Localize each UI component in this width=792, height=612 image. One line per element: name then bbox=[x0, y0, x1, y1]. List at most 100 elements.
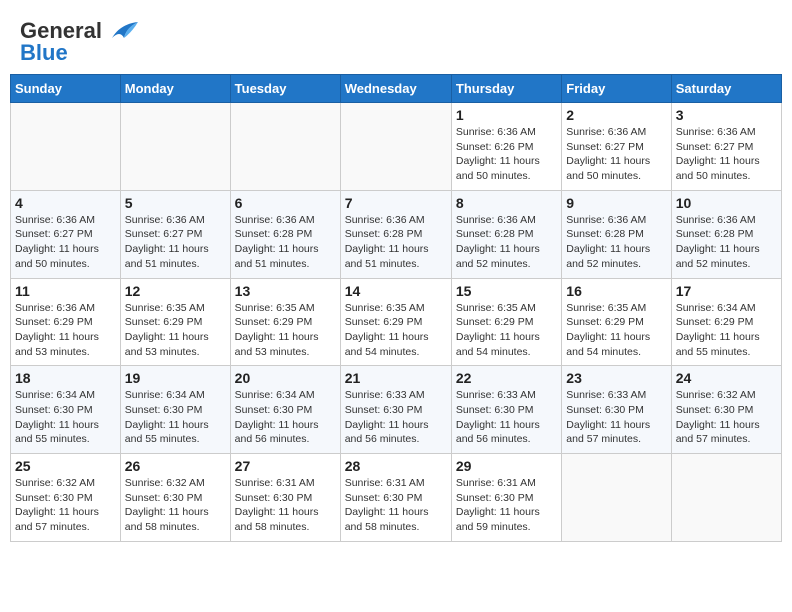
logo-text-blue: Blue bbox=[20, 40, 68, 66]
day-info: Sunrise: 6:35 AMSunset: 6:29 PMDaylight:… bbox=[345, 301, 447, 360]
day-info: Sunrise: 6:32 AMSunset: 6:30 PMDaylight:… bbox=[15, 476, 116, 535]
day-number: 10 bbox=[676, 195, 777, 211]
calendar-week-4: 18 Sunrise: 6:34 AMSunset: 6:30 PMDayligh… bbox=[11, 366, 782, 454]
day-number: 11 bbox=[15, 283, 116, 299]
day-number: 25 bbox=[15, 458, 116, 474]
day-number: 23 bbox=[566, 370, 666, 386]
day-info: Sunrise: 6:36 AMSunset: 6:27 PMDaylight:… bbox=[15, 213, 116, 272]
day-info: Sunrise: 6:31 AMSunset: 6:30 PMDaylight:… bbox=[345, 476, 447, 535]
day-number: 7 bbox=[345, 195, 447, 211]
day-number: 26 bbox=[125, 458, 226, 474]
calendar-cell: 20 Sunrise: 6:34 AMSunset: 6:30 PMDayligh… bbox=[230, 366, 340, 454]
calendar-cell bbox=[230, 103, 340, 191]
calendar-cell: 16 Sunrise: 6:35 AMSunset: 6:29 PMDayligh… bbox=[562, 278, 671, 366]
day-info: Sunrise: 6:31 AMSunset: 6:30 PMDaylight:… bbox=[235, 476, 336, 535]
calendar-cell: 12Sunrise: 6:35 AMSunset: 6:29 PMDayligh… bbox=[120, 278, 230, 366]
calendar-cell: 2 Sunrise: 6:36 AMSunset: 6:27 PMDaylight… bbox=[562, 103, 671, 191]
calendar-cell: 24 Sunrise: 6:32 AMSunset: 6:30 PMDayligh… bbox=[671, 366, 781, 454]
calendar-cell: 15 Sunrise: 6:35 AMSunset: 6:29 PMDayligh… bbox=[451, 278, 561, 366]
calendar-cell bbox=[11, 103, 121, 191]
day-number: 8 bbox=[456, 195, 557, 211]
calendar-week-2: 4 Sunrise: 6:36 AMSunset: 6:27 PMDaylight… bbox=[11, 190, 782, 278]
day-info: Sunrise: 6:34 AMSunset: 6:29 PMDaylight:… bbox=[676, 301, 777, 360]
day-number: 22 bbox=[456, 370, 557, 386]
day-number: 4 bbox=[15, 195, 116, 211]
calendar-table: SundayMondayTuesdayWednesdayThursdayFrid… bbox=[10, 74, 782, 542]
day-number: 27 bbox=[235, 458, 336, 474]
calendar-cell: 14Sunrise: 6:35 AMSunset: 6:29 PMDayligh… bbox=[340, 278, 451, 366]
day-number: 2 bbox=[566, 107, 666, 123]
calendar-cell: 22 Sunrise: 6:33 AMSunset: 6:30 PMDayligh… bbox=[451, 366, 561, 454]
calendar-week-3: 11 Sunrise: 6:36 AMSunset: 6:29 PMDayligh… bbox=[11, 278, 782, 366]
day-info: Sunrise: 6:35 AMSunset: 6:29 PMDaylight:… bbox=[235, 301, 336, 360]
day-number: 13 bbox=[235, 283, 336, 299]
calendar-cell: 10 Sunrise: 6:36 AMSunset: 6:28 PMDayligh… bbox=[671, 190, 781, 278]
day-info: Sunrise: 6:36 AMSunset: 6:27 PMDaylight:… bbox=[676, 125, 777, 184]
day-info: Sunrise: 6:32 AMSunset: 6:30 PMDaylight:… bbox=[676, 388, 777, 447]
day-number: 17 bbox=[676, 283, 777, 299]
calendar-cell: 17 Sunrise: 6:34 AMSunset: 6:29 PMDayligh… bbox=[671, 278, 781, 366]
day-info: Sunrise: 6:36 AMSunset: 6:27 PMDaylight:… bbox=[125, 213, 226, 272]
day-info: Sunrise: 6:33 AMSunset: 6:30 PMDaylight:… bbox=[566, 388, 666, 447]
day-number: 21 bbox=[345, 370, 447, 386]
calendar-cell bbox=[562, 454, 671, 542]
day-number: 24 bbox=[676, 370, 777, 386]
day-info: Sunrise: 6:32 AMSunset: 6:30 PMDaylight:… bbox=[125, 476, 226, 535]
logo: General Blue bbox=[20, 18, 138, 66]
calendar-cell: 4 Sunrise: 6:36 AMSunset: 6:27 PMDaylight… bbox=[11, 190, 121, 278]
day-info: Sunrise: 6:36 AMSunset: 6:27 PMDaylight:… bbox=[566, 125, 666, 184]
calendar-body: 1 Sunrise: 6:36 AMSunset: 6:26 PMDaylight… bbox=[11, 103, 782, 542]
weekday-header-tuesday: Tuesday bbox=[230, 75, 340, 103]
weekday-header-friday: Friday bbox=[562, 75, 671, 103]
header: General Blue bbox=[10, 10, 782, 66]
calendar-cell: 9Sunrise: 6:36 AMSunset: 6:28 PMDaylight… bbox=[562, 190, 671, 278]
calendar-cell bbox=[671, 454, 781, 542]
day-info: Sunrise: 6:36 AMSunset: 6:26 PMDaylight:… bbox=[456, 125, 557, 184]
day-number: 12 bbox=[125, 283, 226, 299]
day-number: 3 bbox=[676, 107, 777, 123]
day-number: 18 bbox=[15, 370, 116, 386]
calendar-cell: 25 Sunrise: 6:32 AMSunset: 6:30 PMDayligh… bbox=[11, 454, 121, 542]
calendar-cell: 19 Sunrise: 6:34 AMSunset: 6:30 PMDayligh… bbox=[120, 366, 230, 454]
calendar-cell bbox=[340, 103, 451, 191]
day-number: 15 bbox=[456, 283, 557, 299]
calendar-cell: 1 Sunrise: 6:36 AMSunset: 6:26 PMDaylight… bbox=[451, 103, 561, 191]
day-number: 9 bbox=[566, 195, 666, 211]
logo-bird-icon bbox=[104, 20, 138, 42]
calendar-cell: 18Sunrise: 6:34 AMSunset: 6:30 PMDayligh… bbox=[11, 366, 121, 454]
day-info: Sunrise: 6:33 AMSunset: 6:30 PMDaylight:… bbox=[456, 388, 557, 447]
day-info: Sunrise: 6:34 AMSunset: 6:30 PMDaylight:… bbox=[235, 388, 336, 447]
day-number: 1 bbox=[456, 107, 557, 123]
weekday-header-wednesday: Wednesday bbox=[340, 75, 451, 103]
day-number: 16 bbox=[566, 283, 666, 299]
calendar-cell: 5 Sunrise: 6:36 AMSunset: 6:27 PMDaylight… bbox=[120, 190, 230, 278]
day-number: 6 bbox=[235, 195, 336, 211]
calendar-cell: 21 Sunrise: 6:33 AMSunset: 6:30 PMDayligh… bbox=[340, 366, 451, 454]
calendar-cell: 28Sunrise: 6:31 AMSunset: 6:30 PMDayligh… bbox=[340, 454, 451, 542]
day-info: Sunrise: 6:33 AMSunset: 6:30 PMDaylight:… bbox=[345, 388, 447, 447]
day-info: Sunrise: 6:35 AMSunset: 6:29 PMDaylight:… bbox=[566, 301, 666, 360]
day-number: 5 bbox=[125, 195, 226, 211]
calendar-cell: 3 Sunrise: 6:36 AMSunset: 6:27 PMDaylight… bbox=[671, 103, 781, 191]
day-info: Sunrise: 6:36 AMSunset: 6:29 PMDaylight:… bbox=[15, 301, 116, 360]
day-info: Sunrise: 6:35 AMSunset: 6:29 PMDaylight:… bbox=[456, 301, 557, 360]
calendar-cell: 13 Sunrise: 6:35 AMSunset: 6:29 PMDayligh… bbox=[230, 278, 340, 366]
weekday-header-sunday: Sunday bbox=[11, 75, 121, 103]
day-info: Sunrise: 6:36 AMSunset: 6:28 PMDaylight:… bbox=[676, 213, 777, 272]
weekday-header-row: SundayMondayTuesdayWednesdayThursdayFrid… bbox=[11, 75, 782, 103]
calendar-cell: 7 Sunrise: 6:36 AMSunset: 6:28 PMDaylight… bbox=[340, 190, 451, 278]
calendar-week-5: 25 Sunrise: 6:32 AMSunset: 6:30 PMDayligh… bbox=[11, 454, 782, 542]
calendar-cell bbox=[120, 103, 230, 191]
calendar-cell: 8Sunrise: 6:36 AMSunset: 6:28 PMDaylight… bbox=[451, 190, 561, 278]
calendar-cell: 27 Sunrise: 6:31 AMSunset: 6:30 PMDayligh… bbox=[230, 454, 340, 542]
calendar-header: SundayMondayTuesdayWednesdayThursdayFrid… bbox=[11, 75, 782, 103]
day-info: Sunrise: 6:36 AMSunset: 6:28 PMDaylight:… bbox=[345, 213, 447, 272]
weekday-header-thursday: Thursday bbox=[451, 75, 561, 103]
day-number: 20 bbox=[235, 370, 336, 386]
calendar-cell: 23 Sunrise: 6:33 AMSunset: 6:30 PMDayligh… bbox=[562, 366, 671, 454]
calendar-cell: 29Sunrise: 6:31 AMSunset: 6:30 PMDayligh… bbox=[451, 454, 561, 542]
day-info: Sunrise: 6:34 AMSunset: 6:30 PMDaylight:… bbox=[125, 388, 226, 447]
day-number: 19 bbox=[125, 370, 226, 386]
day-info: Sunrise: 6:36 AMSunset: 6:28 PMDaylight:… bbox=[235, 213, 336, 272]
weekday-header-saturday: Saturday bbox=[671, 75, 781, 103]
